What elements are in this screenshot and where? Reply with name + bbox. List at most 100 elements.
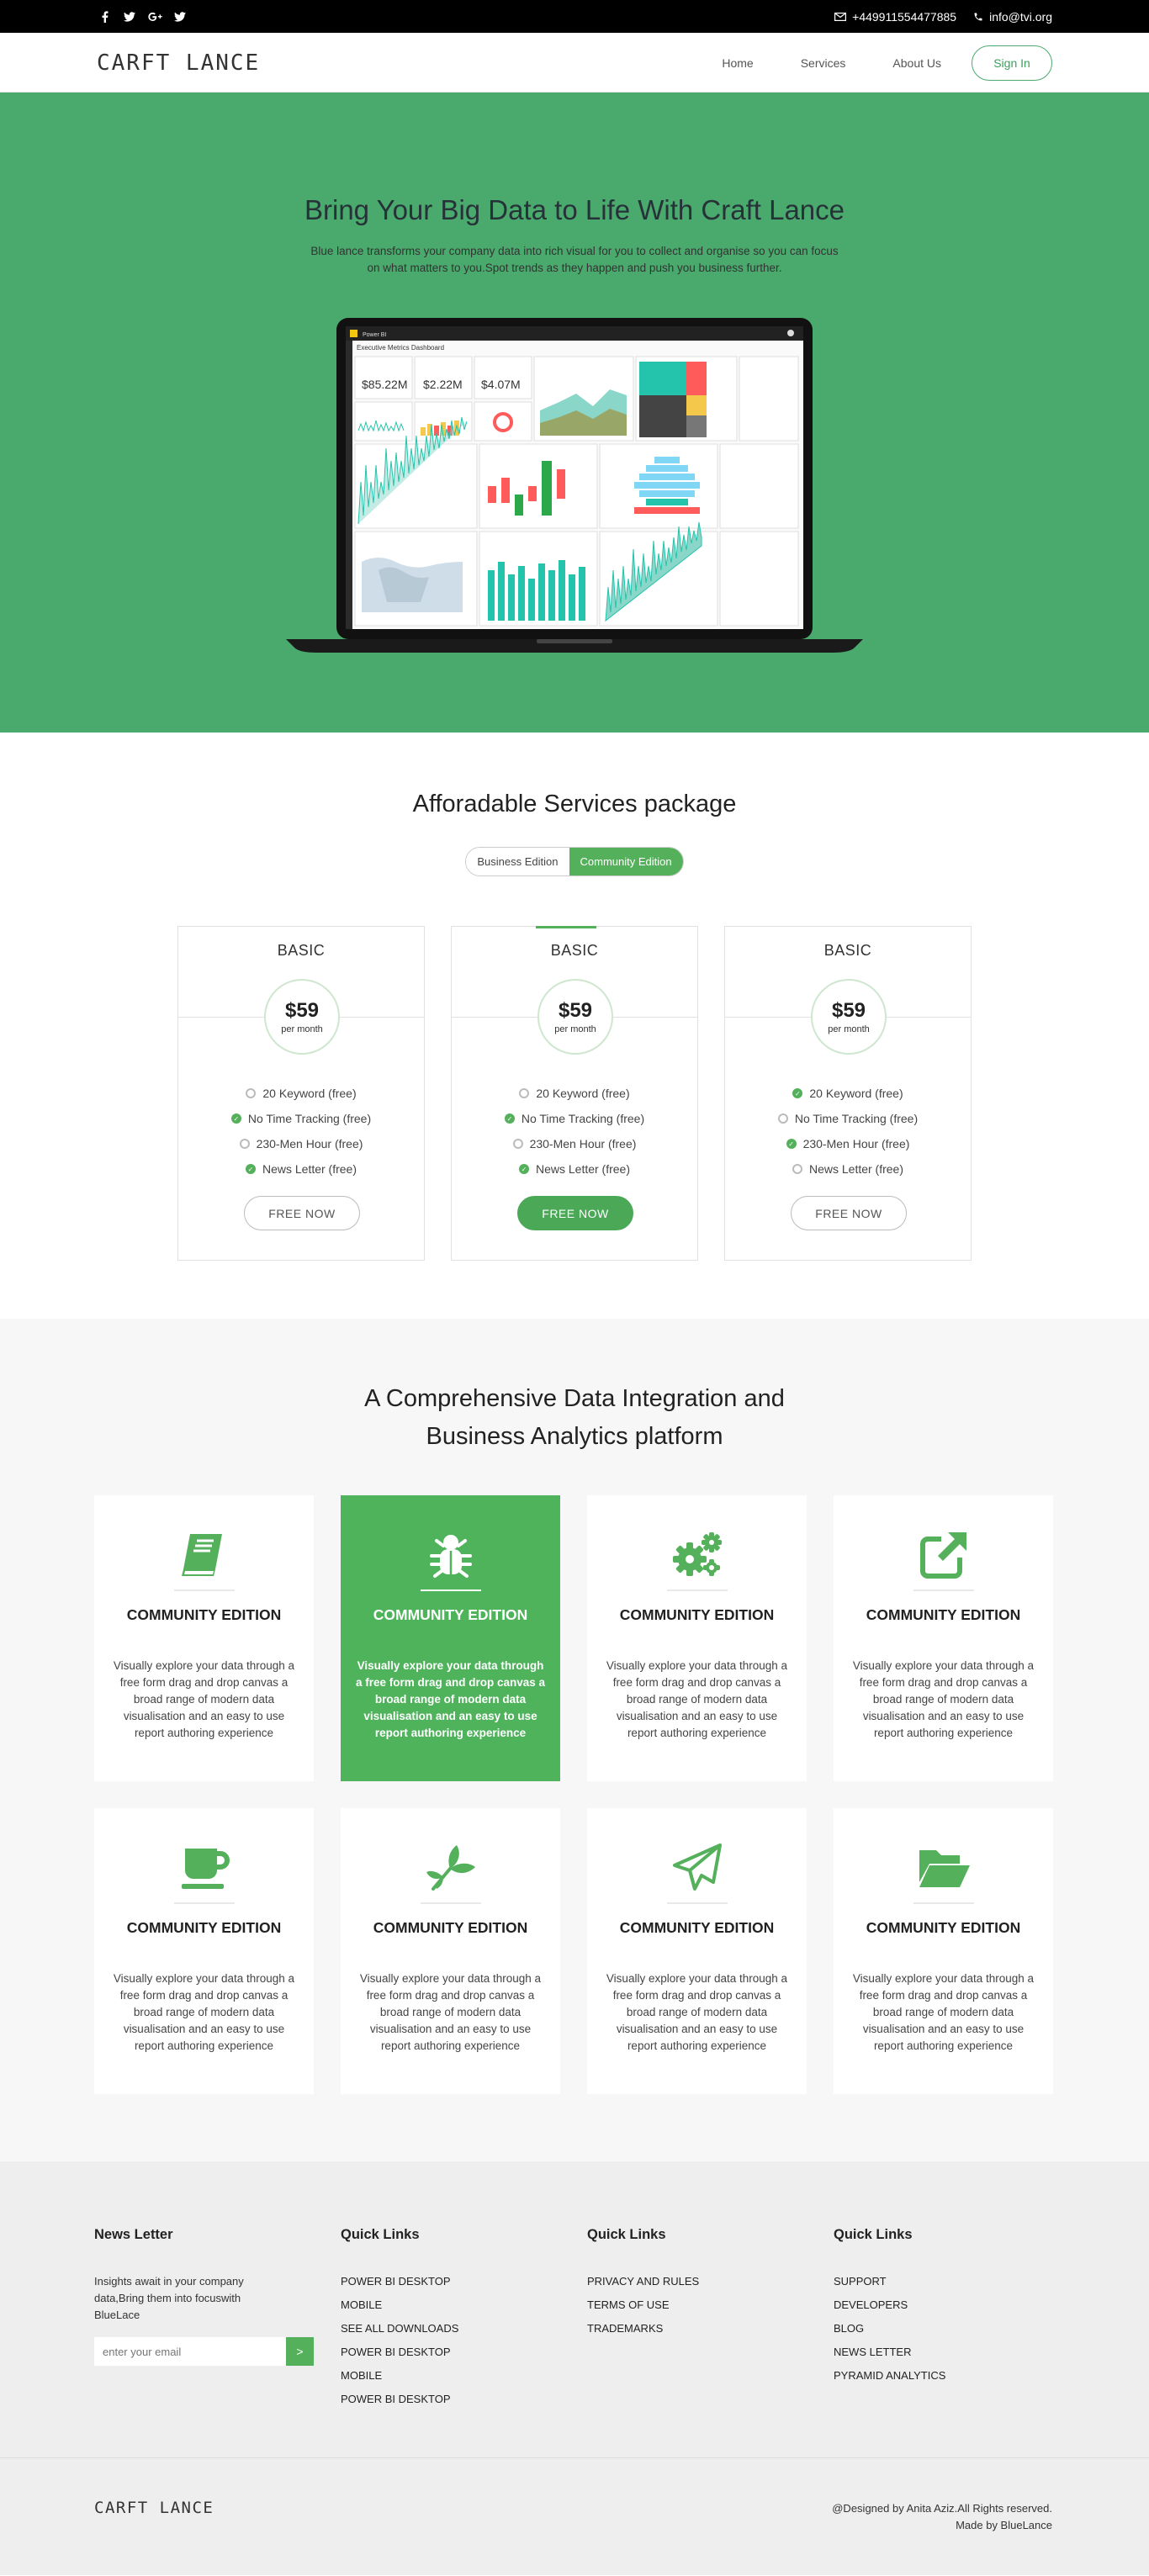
nav-about-us[interactable]: About Us [892, 56, 941, 70]
copyright: @Designed by Anita Aziz.All Rights reser… [832, 2500, 1052, 2534]
plan-name: BASIC [823, 942, 872, 959]
nav-home[interactable]: Home [722, 56, 753, 70]
plan-feature: ✓ News Letter (free) [452, 1156, 697, 1182]
plan-price: $59 [284, 999, 320, 1022]
plan-period: per month [281, 1024, 323, 1034]
feature-text: Visually explore your data through a fre… [852, 1659, 1035, 1739]
plan-features: 20 Keyword (free) ✓ No Time Tracking (fre… [178, 1081, 424, 1182]
free-now-button[interactable]: FREE NOW [244, 1196, 360, 1230]
footer-bottom-bar: CARFT LANCE @Designed by Anita Aziz.All … [0, 2457, 1149, 2575]
kpi-value-2: $2.22M [423, 378, 463, 391]
quick-links-title: Quick Links [341, 2227, 420, 2242]
plan-feature: ✓ No Time Tracking (free) [452, 1106, 697, 1131]
subscribe-form: > [94, 2337, 341, 2366]
hero-title: Bring Your Big Data to Life With Craft L… [304, 194, 845, 225]
feature-card[interactable]: COMMUNITY EDITION Visually explore your … [587, 1495, 807, 1781]
plan-features: 20 Keyword (free) ✓ No Time Tracking (fre… [452, 1081, 697, 1182]
feature-title: COMMUNITY EDITION [373, 1919, 528, 1936]
plan-feature: 20 Keyword (free) [178, 1081, 424, 1106]
footer-link[interactable]: TERMS OF USE [587, 2297, 834, 2320]
plan-feature: 230-Men Hour (free) [452, 1131, 697, 1156]
site-logo[interactable]: CARFT LANCE [97, 50, 260, 76]
price-circle: $59 per month [811, 979, 887, 1055]
footer-link[interactable]: NEWS LETTER [834, 2344, 1080, 2367]
footer-link[interactable]: SUPPORT [834, 2273, 1080, 2297]
pricing-cards: BASIC $59 per month 20 Keyword (free) ✓ N… [177, 926, 972, 1261]
feature-card[interactable]: COMMUNITY EDITION Visually explore your … [834, 1808, 1053, 2094]
footer-link[interactable]: SEE ALL DOWNLOADS [341, 2320, 587, 2344]
main-nav: Home Services About Us Sign In [698, 45, 1052, 81]
footer-link[interactable]: DEVELOPERS [834, 2297, 1080, 2320]
check-icon: ✓ [504, 1113, 515, 1124]
made-by-text: Made by BlueLance [956, 2519, 1052, 2531]
feature-text: Visually explore your data through a fre… [355, 1659, 546, 1739]
feature-card[interactable]: COMMUNITY EDITION Visually explore your … [587, 1808, 807, 2094]
plan-period: per month [828, 1024, 870, 1034]
check-icon: ✓ [518, 1164, 529, 1174]
plan-feature: ✓ No Time Tracking (free) [178, 1106, 424, 1131]
google-plus-icon[interactable] [147, 9, 162, 24]
feature-card[interactable]: COMMUNITY EDITION Visually explore your … [341, 1808, 560, 2094]
footer-link[interactable]: POWER BI DESKTOP [341, 2273, 587, 2297]
footer-link[interactable]: MOBILE [341, 2367, 587, 2391]
nav-services[interactable]: Services [801, 56, 846, 70]
phone-contact[interactable]: +449911554477885 [834, 10, 956, 24]
unchecked-icon [512, 1139, 523, 1149]
feature-card-active[interactable]: COMMUNITY EDITION Visually explore your … [341, 1495, 560, 1781]
plan-price: $59 [558, 999, 593, 1022]
phone-number: +449911554477885 [852, 9, 957, 24]
bug-icon [429, 1535, 472, 1578]
envelope-icon [834, 12, 847, 21]
free-now-button[interactable]: FREE NOW [791, 1196, 907, 1230]
plan-period: per month [554, 1024, 596, 1034]
feature-title: COMMUNITY EDITION [126, 1606, 282, 1623]
free-now-button[interactable]: FREE NOW [517, 1196, 633, 1230]
check-icon: ✓ [792, 1088, 803, 1098]
footer-logo[interactable]: CARFT LANCE [94, 2499, 214, 2517]
footer-link[interactable]: MOBILE [341, 2297, 587, 2320]
feature-card[interactable]: COMMUNITY EDITION Visually explore your … [834, 1495, 1053, 1781]
newsletter-text: Insights await in your company data,Brin… [94, 2275, 244, 2321]
email-contact[interactable]: info@tvi.org [973, 10, 1052, 24]
footer-link[interactable]: PYRAMID ANALYTICS [834, 2367, 1080, 2391]
newsletter-column: News Letter Insights await in your compa… [94, 2227, 341, 2415]
subscribe-button[interactable]: > [286, 2337, 314, 2366]
email-input[interactable] [94, 2337, 286, 2366]
feature-card[interactable]: COMMUNITY EDITION Visually explore your … [94, 1808, 314, 2094]
site-header: CARFT LANCE Home Services About Us Sign … [0, 33, 1149, 93]
features-title: A Comprehensive Data Integration and Busi… [364, 1385, 785, 1450]
dashboard-app-name: Power BI [363, 332, 386, 338]
gears-icon [672, 1532, 722, 1576]
twitter-icon[interactable] [122, 9, 137, 24]
feature-title: COMMUNITY EDITION [373, 1606, 528, 1623]
coffee-icon [181, 1849, 230, 1889]
community-edition-tab[interactable]: Community Edition [569, 848, 683, 875]
twitter-icon[interactable] [172, 9, 188, 24]
plan-features: ✓ 20 Keyword (free) No Time Tracking (fre… [725, 1081, 971, 1182]
footer-link[interactable]: BLOG [834, 2320, 1080, 2344]
facebook-icon[interactable] [97, 9, 112, 24]
kpi-value-3: $4.07M [481, 378, 521, 391]
footer-link[interactable]: PRIVACY AND RULES [587, 2273, 834, 2297]
book-icon [181, 1534, 222, 1576]
sign-in-button[interactable]: Sign In [972, 45, 1052, 81]
plan-feature: ✓ News Letter (free) [178, 1156, 424, 1182]
feature-text: Visually explore your data through a fre… [113, 1972, 295, 2052]
pricing-card-featured: BASIC $59 per month 20 Keyword (free) ✓ N… [451, 926, 698, 1261]
plan-feature: News Letter (free) [725, 1156, 971, 1182]
business-edition-tab[interactable]: Business Edition [466, 848, 569, 875]
pricing-card: BASIC $59 per month 20 Keyword (free) ✓ N… [177, 926, 425, 1261]
site-footer: News Letter Insights await in your compa… [0, 2161, 1149, 2457]
feature-card[interactable]: COMMUNITY EDITION Visually explore your … [94, 1495, 314, 1781]
dashboard-title: Executive Metrics Dashboard [357, 344, 444, 352]
feature-text: Visually explore your data through a fre… [113, 1659, 295, 1739]
feature-title: COMMUNITY EDITION [619, 1919, 775, 1936]
plan-price: $59 [831, 999, 866, 1022]
footer-link[interactable]: POWER BI DESKTOP [341, 2344, 587, 2367]
pricing-title: Afforadable Services package [412, 791, 737, 817]
plan-name: BASIC [277, 942, 326, 959]
price-circle: $59 per month [264, 979, 340, 1055]
footer-link[interactable]: TRADEMARKS [587, 2320, 834, 2344]
quick-links-title: Quick Links [587, 2227, 666, 2242]
footer-link[interactable]: POWER BI DESKTOP [341, 2391, 587, 2415]
